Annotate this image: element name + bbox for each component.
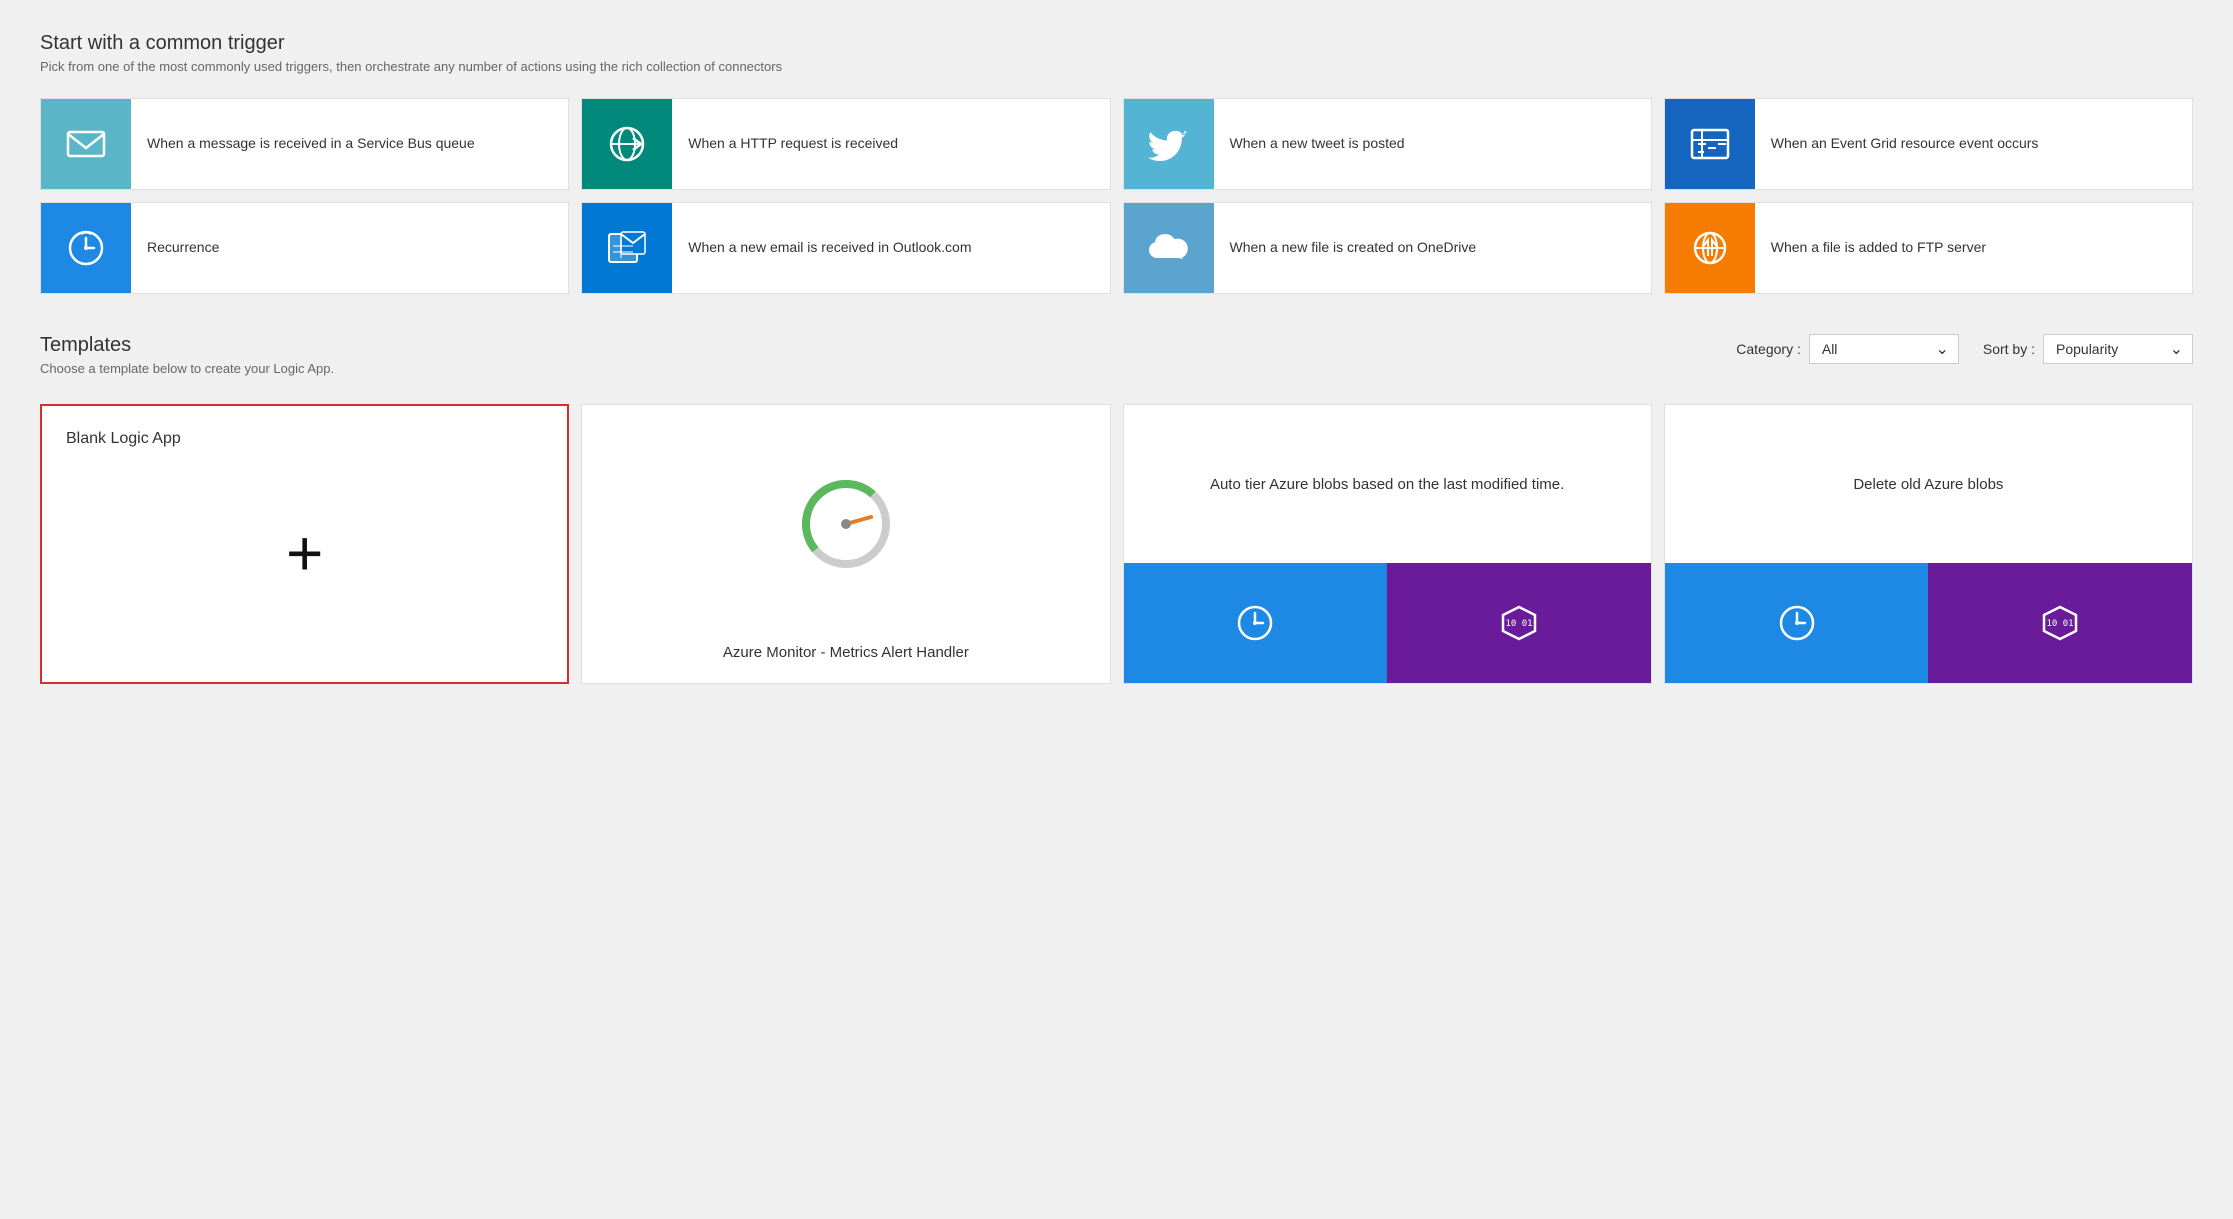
sortby-select[interactable]: Popularity bbox=[2043, 334, 2193, 364]
category-label: Category : bbox=[1736, 341, 1801, 357]
event-grid-icon-box bbox=[1665, 99, 1755, 189]
tweet-icon-box bbox=[1124, 99, 1214, 189]
tweet-label: When a new tweet is posted bbox=[1214, 122, 1421, 166]
filter-controls: Category : All Sort by : Popularity bbox=[1736, 334, 2193, 364]
http-request-icon bbox=[605, 122, 649, 166]
cloud-icon bbox=[1145, 226, 1193, 270]
templates-title: Templates bbox=[40, 334, 1736, 357]
recurrence-label: Recurrence bbox=[131, 226, 235, 270]
trigger-ftp[interactable]: When a file is added to FTP server bbox=[1664, 202, 2193, 294]
page-container: Start with a common trigger Pick from on… bbox=[40, 32, 2193, 684]
template-blank-logic-app[interactable]: Blank Logic App + bbox=[40, 404, 569, 684]
event-grid-label: When an Event Grid resource event occurs bbox=[1755, 122, 2055, 166]
category-filter-group: Category : All bbox=[1736, 334, 1959, 364]
sortby-filter-group: Sort by : Popularity bbox=[1983, 334, 2193, 364]
ftp-icon bbox=[1688, 226, 1732, 270]
triggers-title: Start with a common trigger bbox=[40, 32, 2193, 55]
blank-logic-app-title: Blank Logic App bbox=[66, 430, 543, 448]
category-select-wrapper[interactable]: All bbox=[1809, 334, 1959, 364]
templates-header: Templates Choose a template below to cre… bbox=[40, 334, 2193, 376]
sortby-label: Sort by : bbox=[1983, 341, 2035, 357]
triggers-grid: When a message is received in a Service … bbox=[40, 98, 2193, 294]
azure-monitor-label: Azure Monitor - Metrics Alert Handler bbox=[723, 642, 969, 663]
trigger-tweet[interactable]: When a new tweet is posted bbox=[1123, 98, 1652, 190]
outlook-icon-box bbox=[582, 203, 672, 293]
template-delete-old-blobs[interactable]: Delete old Azure blobs bbox=[1664, 404, 2193, 684]
delete-old-blobs-icons: 10 01 bbox=[1665, 563, 2192, 683]
svg-text:10 01: 10 01 bbox=[2047, 619, 2074, 629]
outlook-label: When a new email is received in Outlook.… bbox=[672, 226, 987, 270]
delete-blobs-clock-icon bbox=[1665, 563, 1929, 683]
templates-grid: Blank Logic App + bbox=[40, 404, 2193, 684]
service-bus-label: When a message is received in a Service … bbox=[131, 122, 491, 166]
sortby-select-wrapper[interactable]: Popularity bbox=[2043, 334, 2193, 364]
clock-icon bbox=[64, 226, 108, 270]
http-request-icon-box bbox=[582, 99, 672, 189]
svg-text:10 01: 10 01 bbox=[1505, 619, 1532, 629]
azure-monitor-icon-area bbox=[781, 405, 911, 642]
trigger-service-bus[interactable]: When a message is received in a Service … bbox=[40, 98, 569, 190]
service-bus-icon-box bbox=[41, 99, 131, 189]
trigger-http-request[interactable]: When a HTTP request is received bbox=[581, 98, 1110, 190]
outlook-icon bbox=[605, 226, 649, 270]
delete-old-blobs-label: Delete old Azure blobs bbox=[1853, 474, 2003, 495]
onedrive-label: When a new file is created on OneDrive bbox=[1214, 226, 1493, 270]
http-request-label: When a HTTP request is received bbox=[672, 122, 914, 166]
templates-section: Templates Choose a template below to cre… bbox=[40, 334, 2193, 684]
template-azure-monitor[interactable]: Azure Monitor - Metrics Alert Handler bbox=[581, 404, 1110, 684]
recurrence-icon-box bbox=[41, 203, 131, 293]
templates-title-block: Templates Choose a template below to cre… bbox=[40, 334, 1736, 376]
trigger-outlook-email[interactable]: When a new email is received in Outlook.… bbox=[581, 202, 1110, 294]
triggers-subtitle: Pick from one of the most commonly used … bbox=[40, 59, 2193, 74]
blank-logic-app-plus-icon: + bbox=[286, 521, 323, 585]
trigger-event-grid[interactable]: When an Event Grid resource event occurs bbox=[1664, 98, 2193, 190]
auto-tier-blobs-icons: 10 01 bbox=[1124, 563, 1651, 683]
trigger-onedrive[interactable]: When a new file is created on OneDrive bbox=[1123, 202, 1652, 294]
auto-tier-clock-icon bbox=[1124, 563, 1388, 683]
ftp-label: When a file is added to FTP server bbox=[1755, 226, 2002, 270]
triggers-section: Start with a common trigger Pick from on… bbox=[40, 32, 2193, 294]
category-select[interactable]: All bbox=[1809, 334, 1959, 364]
event-grid-icon bbox=[1688, 122, 1732, 166]
trigger-recurrence[interactable]: Recurrence bbox=[40, 202, 569, 294]
ftp-icon-box bbox=[1665, 203, 1755, 293]
onedrive-icon-box bbox=[1124, 203, 1214, 293]
templates-subtitle: Choose a template below to create your L… bbox=[40, 361, 1736, 376]
gauge-icon bbox=[801, 479, 891, 569]
twitter-bird-icon bbox=[1147, 122, 1191, 166]
service-bus-icon bbox=[64, 122, 108, 166]
auto-tier-blob-icon: 10 01 bbox=[1387, 563, 1651, 683]
template-auto-tier-blobs[interactable]: Auto tier Azure blobs based on the last … bbox=[1123, 404, 1652, 684]
delete-blobs-blob-icon: 10 01 bbox=[1928, 563, 2192, 683]
auto-tier-blobs-label: Auto tier Azure blobs based on the last … bbox=[1210, 474, 1564, 495]
